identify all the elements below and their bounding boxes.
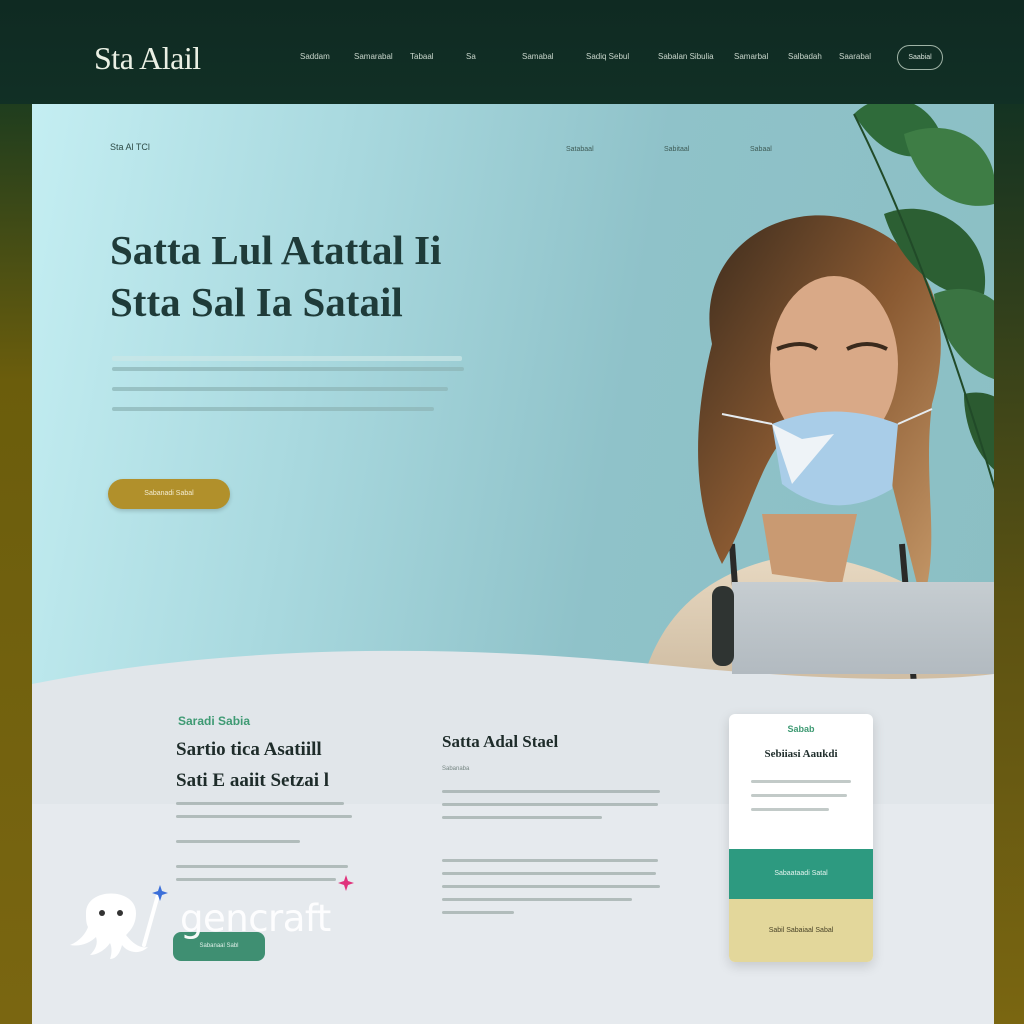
pricing-tag: Sabab — [787, 724, 815, 734]
text-line — [442, 803, 658, 806]
hero-link[interactable]: Sabaal — [750, 146, 772, 153]
gencraft-watermark: gencraft — [66, 873, 366, 963]
hero-title-line-2: Stta Sal Ia Satail — [110, 279, 403, 325]
middle-body-text — [442, 790, 662, 924]
middle-title: Satta Adal Stael — [442, 732, 559, 751]
text-line — [751, 780, 851, 783]
text-line — [112, 387, 448, 391]
pricing-footer: Sabil Sabaiaal Sabal — [729, 899, 873, 962]
nav-item[interactable]: Salbadah — [788, 52, 822, 61]
middle-subtitle: Sabanaba — [442, 766, 470, 772]
left-frame-strip — [0, 104, 32, 1024]
hero-title: Satta Lul Atattal Ii Stta Sal Ia Satail — [110, 224, 630, 328]
nav-item[interactable]: Sabalan Sibulia — [658, 52, 714, 61]
nav-item[interactable]: Sa — [466, 52, 476, 61]
watermark-text: gencraft — [180, 897, 331, 940]
nav-cta-button[interactable]: Saabial — [897, 45, 943, 70]
grey-banner-panel — [732, 582, 994, 674]
text-line — [751, 808, 829, 811]
text-line — [176, 865, 348, 868]
text-line — [442, 816, 602, 819]
divider-clip — [712, 586, 734, 666]
nav-item[interactable]: Sadiq Sebul — [586, 52, 629, 61]
main-nav: Saddam Samarabal Tabaal Sa Samabal Sadiq… — [298, 52, 878, 66]
nav-item[interactable]: Samarbal — [734, 52, 768, 61]
nav-item[interactable]: Samabal — [522, 52, 554, 61]
text-line — [751, 794, 847, 797]
text-line — [442, 872, 656, 875]
pricing-select-button[interactable]: Sabaataadi Satal — [729, 849, 873, 899]
nav-item[interactable]: Samarabal — [354, 52, 393, 61]
nav-item[interactable]: Saddam — [300, 52, 330, 61]
pricing-title: Sebiiasi Aaukdi — [764, 748, 838, 760]
text-line — [442, 859, 658, 862]
right-frame-strip — [992, 104, 1024, 1024]
text-line — [442, 790, 660, 793]
brand-logo[interactable]: Sta Alail — [94, 40, 201, 77]
text-line — [442, 885, 660, 888]
sparkle-icon — [338, 875, 354, 891]
text-line — [176, 840, 300, 843]
hero-link[interactable]: Satabaal — [566, 146, 594, 153]
hero-title-line-1: Satta Lul Atattal Ii — [110, 227, 442, 273]
text-line — [176, 815, 352, 818]
leaf-decoration-icon — [853, 104, 994, 490]
features-title: Sartio tica Asatiill Sati E aaiit Setzai… — [176, 734, 396, 796]
text-line — [442, 898, 632, 901]
pricing-body-text — [751, 780, 851, 822]
top-navigation-bar: Sta Alail Saddam Samarabal Tabaal Sa Sam… — [0, 0, 1024, 104]
text-line — [112, 407, 434, 411]
pricing-card[interactable]: Sabab Sebiiasi Aaukdi Sabaataadi Satal S… — [729, 714, 873, 962]
nav-item[interactable]: Saarabal — [839, 52, 871, 61]
text-line — [442, 911, 514, 914]
features-kicker: Saradi Sabia — [178, 714, 251, 728]
hero-kicker: Sta Al TCl — [110, 142, 150, 152]
magic-wand-icon — [142, 885, 168, 947]
features-title-line-2: Sati E aaiit Setzai l — [176, 770, 330, 791]
hero-link[interactable]: Sabitaal — [664, 146, 689, 153]
text-line — [112, 367, 464, 371]
hero-cta-button[interactable]: Sabanadi Sabal — [108, 479, 230, 509]
nav-item[interactable]: Tabaal — [410, 52, 434, 61]
text-line — [112, 356, 462, 361]
hero-body-text — [112, 356, 472, 427]
features-title-line-1: Sartio tica Asatiill — [176, 739, 322, 760]
text-line — [176, 802, 344, 805]
